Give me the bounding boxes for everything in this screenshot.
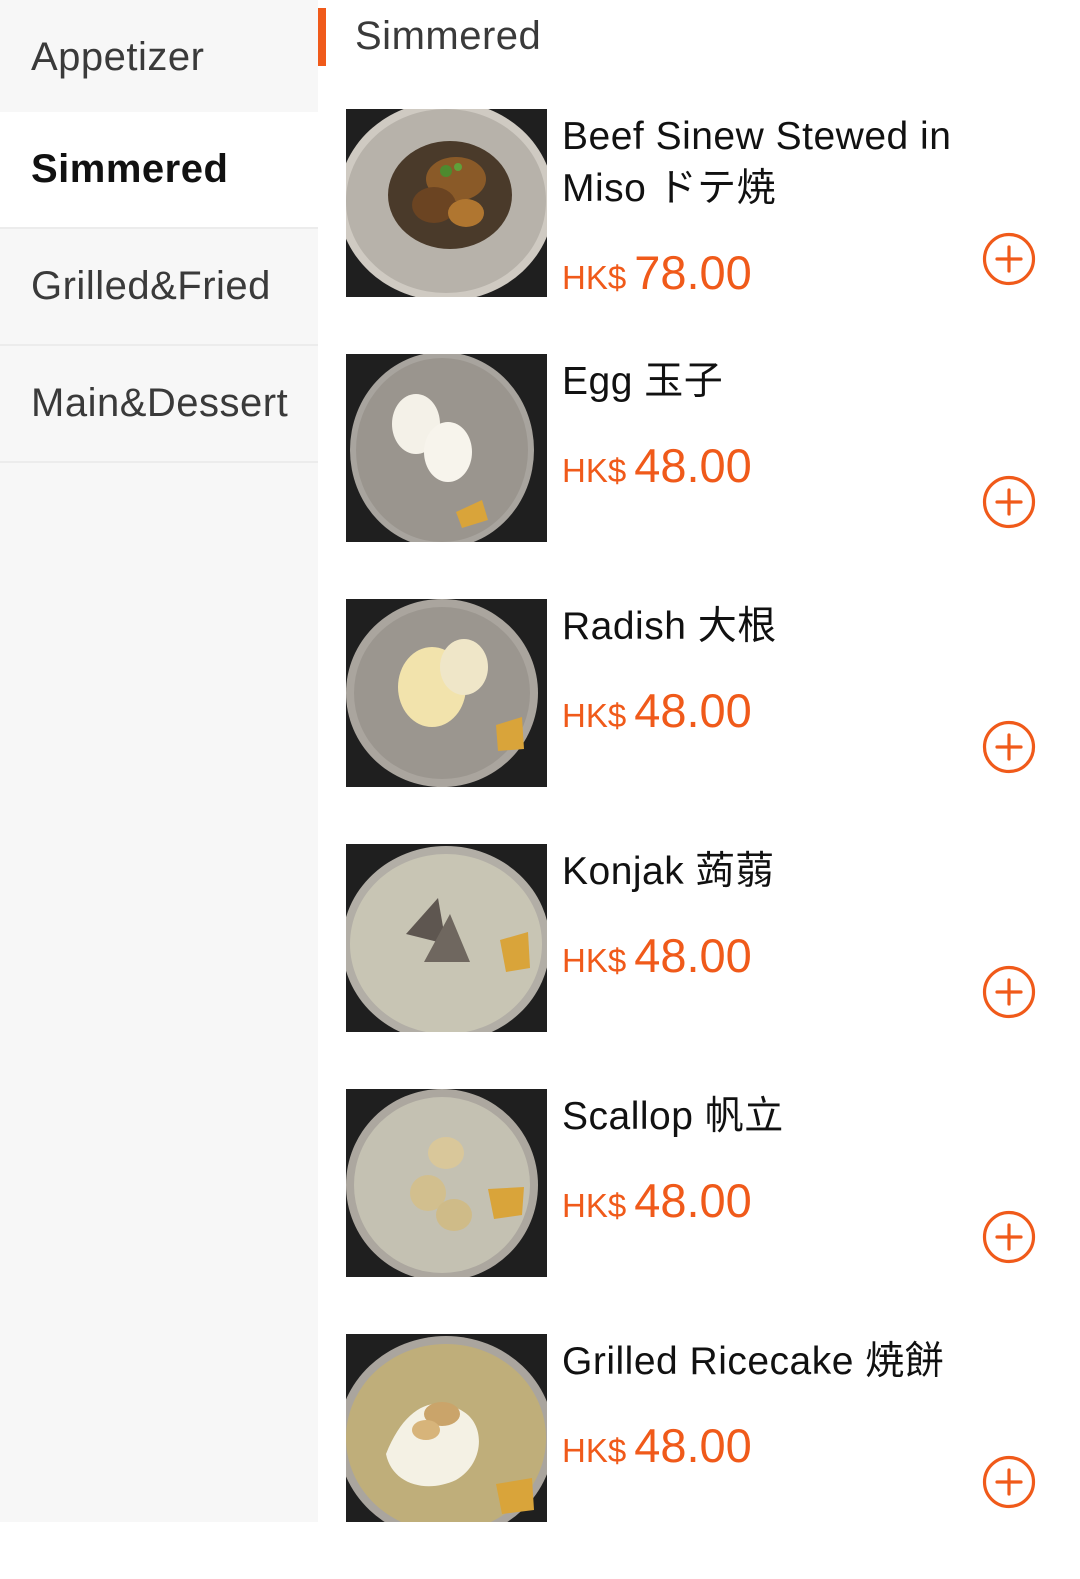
price-amount: 48.00 <box>634 439 752 492</box>
menu-item[interactable]: Scallop 帆立 HK$ 48.00 <box>318 1089 1080 1334</box>
plus-circle-icon[interactable] <box>982 475 1036 529</box>
price-currency: HK$ <box>562 452 627 489</box>
plus-circle-icon[interactable] <box>982 232 1036 286</box>
sidebar-item-appetizer[interactable]: Appetizer <box>0 0 318 117</box>
dish-photo[interactable] <box>346 599 547 787</box>
item-name: Konjak 蒟蒻 <box>562 850 775 893</box>
price-amount: 48.00 <box>634 1419 752 1472</box>
price-currency: HK$ <box>562 697 627 734</box>
plus-circle-icon[interactable] <box>982 720 1036 774</box>
item-name: Radish 大根 <box>562 605 777 648</box>
price-amount: 48.00 <box>634 684 752 737</box>
dish-photo[interactable] <box>346 1334 547 1522</box>
dish-photo[interactable] <box>346 1089 547 1277</box>
dish-photo[interactable] <box>346 109 547 297</box>
item-price: HK$ 48.00 <box>562 928 752 983</box>
menu-item[interactable]: Grilled Ricecake 焼餅 HK$ 48.00 <box>318 1334 1080 1579</box>
section-accent-bar <box>318 8 326 66</box>
item-price: HK$ 78.00 <box>562 245 752 300</box>
sidebar-item-grilled-fried[interactable]: Grilled&Fried <box>0 229 318 346</box>
sidebar-item-label: Appetizer <box>31 35 205 79</box>
price-currency: HK$ <box>562 259 627 296</box>
sidebar-item-label: Simmered <box>31 147 229 191</box>
sidebar-item-main-dessert[interactable]: Main&Dessert <box>0 346 318 463</box>
price-currency: HK$ <box>562 1187 627 1224</box>
item-name: Egg 玉子 <box>562 360 724 403</box>
menu-item[interactable]: Beef Sinew Stewed in Miso ドテ焼 HK$ 78.00 <box>318 109 1080 354</box>
item-price: HK$ 48.00 <box>562 438 752 493</box>
price-amount: 48.00 <box>634 929 752 982</box>
sidebar-item-label: Grilled&Fried <box>31 264 271 308</box>
price-currency: HK$ <box>562 1432 627 1469</box>
menu-item[interactable]: Radish 大根 HK$ 48.00 <box>318 599 1080 844</box>
price-amount: 48.00 <box>634 1174 752 1227</box>
item-price: HK$ 48.00 <box>562 683 752 738</box>
dish-photo[interactable] <box>346 354 547 542</box>
plus-circle-icon[interactable] <box>982 1455 1036 1509</box>
price-amount: 78.00 <box>634 246 752 299</box>
item-price: HK$ 48.00 <box>562 1173 752 1228</box>
category-sidebar: Appetizer Simmered Grilled&Fried Main&De… <box>0 0 318 1522</box>
menu-item[interactable]: Egg 玉子 HK$ 48.00 <box>318 354 1080 599</box>
section-title: Simmered <box>355 14 542 58</box>
menu-item[interactable]: Konjak 蒟蒻 HK$ 48.00 <box>318 844 1080 1089</box>
dish-photo[interactable] <box>346 844 547 1032</box>
price-currency: HK$ <box>562 942 627 979</box>
item-name: Grilled Ricecake 焼餅 <box>562 1340 945 1383</box>
item-price: HK$ 48.00 <box>562 1418 752 1473</box>
item-name: Beef Sinew Stewed in Miso ドテ焼 <box>562 115 952 210</box>
sidebar-item-label: Main&Dessert <box>31 381 289 425</box>
menu-item-list[interactable]: Simmered Beef Sinew Stewed in Miso ドテ焼 H… <box>318 0 1080 1522</box>
item-name: Scallop 帆立 <box>562 1095 784 1138</box>
plus-circle-icon[interactable] <box>982 965 1036 1019</box>
sidebar-item-simmered[interactable]: Simmered <box>0 112 318 229</box>
plus-circle-icon[interactable] <box>982 1210 1036 1264</box>
